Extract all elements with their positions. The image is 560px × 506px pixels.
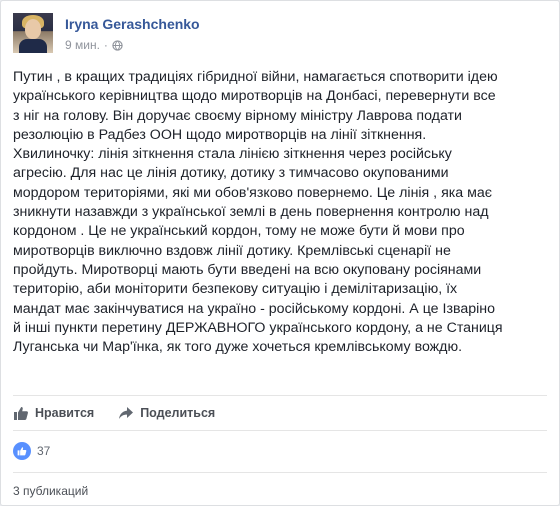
avatar[interactable] [13, 13, 53, 53]
post-timestamp[interactable]: 9 мин. [65, 38, 100, 52]
globe-icon[interactable] [112, 39, 123, 51]
divider [13, 472, 547, 473]
share-button[interactable]: Поделиться [118, 405, 215, 421]
like-count[interactable]: 37 [37, 444, 50, 458]
post-body-text: Путин , в кращих традиціях гібридної вій… [13, 69, 503, 356]
thumbs-up-icon [14, 407, 28, 420]
post-actions-bar: Нравится Поделиться [13, 395, 547, 431]
shares-count-link[interactable]: 3 публикаций [13, 484, 88, 498]
post-card: Iryna Gerashchenko 9 мин. · Путин , в кр… [0, 0, 560, 506]
author-name[interactable]: Iryna Gerashchenko [65, 16, 200, 32]
like-reaction-icon [13, 442, 31, 460]
meta-separator: · [103, 38, 108, 52]
share-arrow-icon [119, 407, 134, 419]
post-meta: 9 мин. · [65, 38, 123, 52]
like-button[interactable]: Нравится [13, 405, 94, 421]
reactions-summary[interactable]: 37 [13, 439, 50, 463]
like-label: Нравится [35, 406, 95, 420]
share-label: Поделиться [140, 406, 216, 420]
